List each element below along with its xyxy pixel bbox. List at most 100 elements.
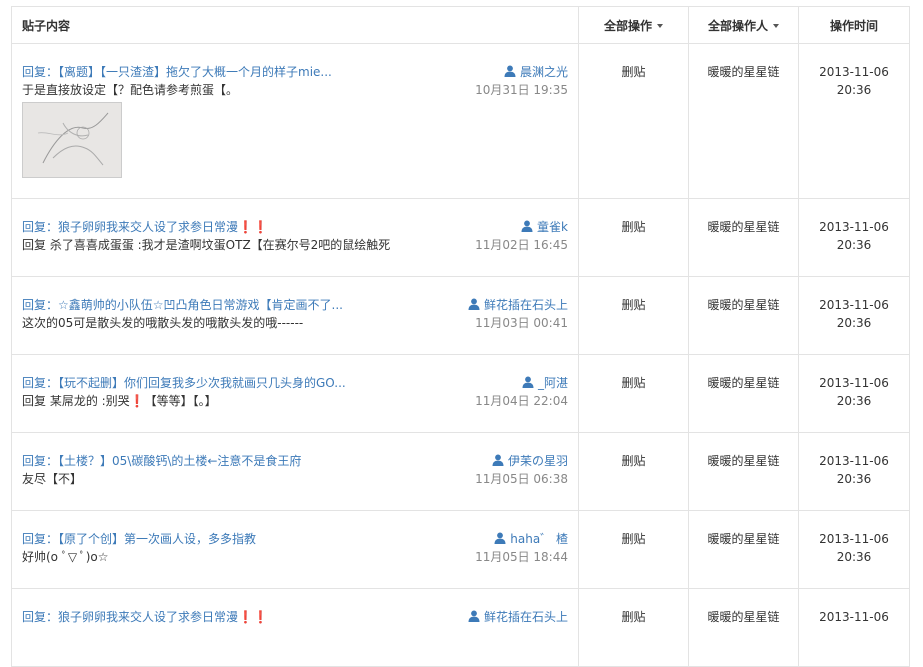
post-author-link[interactable]: 童雀k bbox=[521, 218, 568, 236]
operation-time-cell: 2013-11-06 20:36 bbox=[798, 43, 910, 199]
post-author-link[interactable]: haha゛ 楂 bbox=[494, 530, 568, 548]
operation-time-cell: 2013-11-06 20:36 bbox=[798, 198, 910, 277]
operation-label[interactable]: 删贴 bbox=[621, 376, 645, 390]
operator-cell: 暖暖的星星链 bbox=[688, 510, 799, 589]
post-content-cell: 回复：☆鑫萌帅的小队伍☆凹凸角色日常游戏【肯定画不了... 这次的05可是散头发… bbox=[11, 276, 579, 355]
operation-date: 2013-11-06 bbox=[819, 610, 889, 624]
operation-cell: 删贴 bbox=[578, 588, 689, 667]
post-date: 11月03日 00:41 bbox=[475, 316, 568, 330]
operation-date: 2013-11-06 bbox=[819, 220, 889, 234]
header-post-content: 贴子内容 bbox=[11, 6, 579, 44]
post-title-link[interactable]: 回复：【玩不起删】你们回复我多少次我就画只几头身的GO... bbox=[22, 374, 442, 392]
post-excerpt: 回复 某屌龙的 :别哭❗【等等】【。】 bbox=[22, 394, 217, 408]
operation-cell: 删贴 bbox=[578, 43, 689, 199]
post-author-name: 鲜花插在石头上 bbox=[483, 610, 568, 624]
post-author-link[interactable]: 鲜花插在石头上 bbox=[468, 296, 568, 314]
operation-label[interactable]: 删贴 bbox=[621, 65, 645, 79]
post-log-table: 贴子内容 全部操作 全部操作人 操作时间 回复：【离题】【一只渣渣】拖欠了大概一… bbox=[11, 6, 910, 667]
post-title-link[interactable]: 回复：☆鑫萌帅的小队伍☆凹凸角色日常游戏【肯定画不了... bbox=[22, 296, 442, 314]
person-icon bbox=[468, 298, 480, 310]
post-content-cell: 回复：狼子卵卵我来交人设了求参日常漫❗❗ 回复 杀了喜喜成蛋蛋 :我才是渣啊坟蛋… bbox=[11, 198, 579, 277]
operation-clock: 20:36 bbox=[836, 316, 872, 330]
header-operator-label: 全部操作人 bbox=[707, 18, 768, 33]
post-excerpt: 于是直接放设定【？配色请参考煎蛋【。 bbox=[22, 83, 239, 97]
operation-cell: 删贴 bbox=[578, 432, 689, 511]
operation-date: 2013-11-06 bbox=[819, 65, 889, 79]
post-title-link[interactable]: 回复：【土楼？】05\碳酸钙\的土楼←注意不是食王府 bbox=[22, 452, 442, 470]
operation-clock: 20:36 bbox=[836, 394, 872, 408]
operation-time-cell: 2013-11-06 20:36 bbox=[798, 432, 910, 511]
operator-name: 暖暖的星星链 bbox=[707, 220, 780, 234]
post-author-link[interactable]: 晨渊之光 bbox=[504, 63, 568, 81]
post-content-cell: 回复：【离题】【一只渣渣】拖欠了大概一个月的样子mie... 于是直接放设定【？… bbox=[11, 43, 579, 199]
operator-cell: 暖暖的星星链 bbox=[688, 43, 799, 199]
post-title-link[interactable]: 回复：狼子卵卵我来交人设了求参日常漫❗❗ bbox=[22, 608, 442, 626]
operator-name: 暖暖的星星链 bbox=[707, 65, 780, 79]
operator-name: 暖暖的星星链 bbox=[707, 376, 780, 390]
post-content-cell: 回复：狼子卵卵我来交人设了求参日常漫❗❗ 鲜花插在石头上 bbox=[11, 588, 579, 667]
person-icon bbox=[494, 532, 506, 544]
operator-name: 暖暖的星星链 bbox=[707, 454, 780, 468]
header-operation-filter[interactable]: 全部操作 bbox=[578, 6, 689, 44]
post-excerpt bbox=[22, 626, 452, 644]
operation-time-cell: 2013-11-06 bbox=[798, 588, 910, 667]
operation-label[interactable]: 删贴 bbox=[621, 298, 645, 312]
operation-label[interactable]: 删贴 bbox=[621, 220, 645, 234]
operation-label[interactable]: 删贴 bbox=[621, 454, 645, 468]
operation-clock: 20:36 bbox=[836, 238, 872, 252]
post-date: 11月04日 22:04 bbox=[475, 394, 568, 408]
post-excerpt: 友尽【不】 bbox=[22, 472, 83, 486]
table-header-row: 贴子内容 全部操作 全部操作人 操作时间 bbox=[11, 6, 910, 44]
operation-label[interactable]: 删贴 bbox=[621, 532, 645, 546]
post-image-thumbnail[interactable] bbox=[22, 102, 122, 178]
post-author-name: haha゛ 楂 bbox=[510, 532, 568, 546]
header-operation-label: 全部操作 bbox=[603, 18, 652, 33]
table-row: 回复：【土楼？】05\碳酸钙\的土楼←注意不是食王府 友尽【不】 伊苿の星羽 1… bbox=[11, 432, 910, 511]
post-content-cell: 回复：【原了个创】第一次画人设，多多指教 好帅(o ﾟ▽ ﾟ)o☆ haha゛ … bbox=[11, 510, 579, 589]
post-excerpt: 回复 杀了喜喜成蛋蛋 :我才是渣啊坟蛋OTZ【在赛尔号2吧的鼠绘触死 bbox=[22, 238, 391, 252]
operation-date: 2013-11-06 bbox=[819, 376, 889, 390]
sketch-image bbox=[23, 103, 121, 177]
post-author-link[interactable]: 伊苿の星羽 bbox=[492, 452, 568, 470]
header-operation-time: 操作时间 bbox=[798, 6, 910, 44]
header-operator-filter[interactable]: 全部操作人 bbox=[688, 6, 799, 44]
operation-clock: 20:36 bbox=[836, 550, 872, 564]
post-content-cell: 回复：【玩不起删】你们回复我多少次我就画只几头身的GO... 回复 某屌龙的 :… bbox=[11, 354, 579, 433]
operation-cell: 删贴 bbox=[578, 354, 689, 433]
post-date: 11月05日 06:38 bbox=[475, 472, 568, 486]
post-content-cell: 回复：【土楼？】05\碳酸钙\的土楼←注意不是食王府 友尽【不】 伊苿の星羽 1… bbox=[11, 432, 579, 511]
post-excerpt: 好帅(o ﾟ▽ ﾟ)o☆ bbox=[22, 550, 109, 564]
table-row: 回复：【玩不起删】你们回复我多少次我就画只几头身的GO... 回复 某屌龙的 :… bbox=[11, 354, 910, 433]
caret-down-icon bbox=[773, 24, 779, 28]
post-author-name: 晨渊之光 bbox=[519, 65, 568, 79]
post-title-link[interactable]: 回复：【原了个创】第一次画人设，多多指教 bbox=[22, 530, 442, 548]
post-author-link[interactable]: _阿湛 bbox=[522, 374, 568, 392]
person-icon bbox=[504, 65, 516, 77]
operator-name: 暖暖的星星链 bbox=[707, 298, 780, 312]
operator-name: 暖暖的星星链 bbox=[707, 610, 780, 624]
operation-label[interactable]: 删贴 bbox=[621, 610, 645, 624]
post-author-name: 鲜花插在石头上 bbox=[483, 298, 568, 312]
person-icon bbox=[522, 376, 534, 388]
caret-down-icon bbox=[657, 24, 663, 28]
table-row: 回复：【离题】【一只渣渣】拖欠了大概一个月的样子mie... 于是直接放设定【？… bbox=[11, 43, 910, 199]
operator-cell: 暖暖的星星链 bbox=[688, 276, 799, 355]
post-date: 11月05日 18:44 bbox=[475, 550, 568, 564]
operator-cell: 暖暖的星星链 bbox=[688, 588, 799, 667]
operation-date: 2013-11-06 bbox=[819, 298, 889, 312]
table-row: 回复：☆鑫萌帅的小队伍☆凹凸角色日常游戏【肯定画不了... 这次的05可是散头发… bbox=[11, 276, 910, 355]
table-row: 回复：狼子卵卵我来交人设了求参日常漫❗❗ 鲜花插在石头上 删贴 暖暖的星星链 2… bbox=[11, 588, 910, 667]
post-author-link[interactable]: 鲜花插在石头上 bbox=[468, 608, 568, 626]
operation-cell: 删贴 bbox=[578, 198, 689, 277]
post-title-link[interactable]: 回复：【离题】【一只渣渣】拖欠了大概一个月的样子mie... bbox=[22, 63, 442, 81]
person-icon bbox=[521, 220, 533, 232]
post-author-name: _阿湛 bbox=[537, 376, 568, 390]
person-icon bbox=[492, 454, 504, 466]
post-date: 10月31日 19:35 bbox=[475, 83, 568, 97]
operation-clock: 20:36 bbox=[836, 472, 872, 486]
post-title-link[interactable]: 回复：狼子卵卵我来交人设了求参日常漫❗❗ bbox=[22, 218, 442, 236]
post-author-name: 伊苿の星羽 bbox=[507, 454, 568, 468]
operator-name: 暖暖的星星链 bbox=[707, 532, 780, 546]
operation-date: 2013-11-06 bbox=[819, 454, 889, 468]
table-row: 回复：【原了个创】第一次画人设，多多指教 好帅(o ﾟ▽ ﾟ)o☆ haha゛ … bbox=[11, 510, 910, 589]
